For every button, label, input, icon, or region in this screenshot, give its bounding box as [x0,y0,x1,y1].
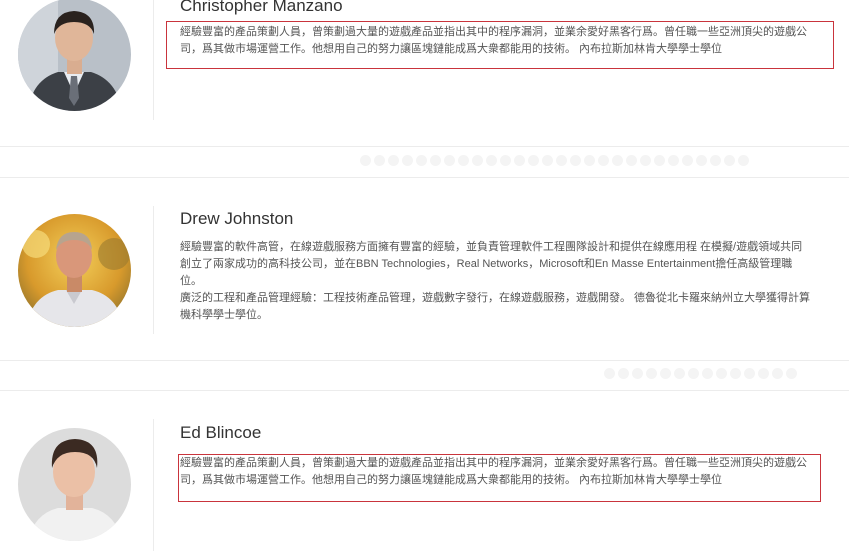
member-name: Ed Blincoe [180,423,262,442]
team-member-christopher-manzano: Christopher Manzano 經驗豐富的產品策劃人員，曾策劃過大量的遊… [0,0,849,146]
avatar-christopher-manzano [18,0,131,111]
decorative-dots [604,366,800,379]
bio-paragraph: 經驗豐富的軟件高管，在線遊戲服務方面擁有豐富的經驗，並負責管理軟件工程團隊設計和… [180,241,803,287]
team-member-drew-johnston: Drew Johnston 經驗豐富的軟件高管，在線遊戲服務方面擁有豐富的經驗，… [0,178,849,360]
row-divider [0,360,849,361]
avatar-drew-johnston [18,214,131,327]
portrait-photo [18,428,131,541]
portrait-photo [18,214,131,327]
member-bio: 經驗豐富的軟件高管，在線遊戲服務方面擁有豐富的經驗，並負責管理軟件工程團隊設計和… [180,239,812,324]
team-member-ed-blincoe: Ed Blincoe 經驗豐富的產品策劃人員，曾策劃過大量的遊戲產品並指出其中的… [0,391,849,551]
highlight-box [166,21,834,69]
highlight-box [178,454,821,502]
portrait-photo [18,0,131,111]
divider-vertical [153,419,154,551]
decorative-dots [360,153,752,166]
member-name: Christopher Manzano [180,0,343,15]
team-page: Christopher Manzano 經驗豐富的產品策劃人員，曾策劃過大量的遊… [0,0,849,551]
divider-vertical [153,206,154,334]
bio-paragraph: 廣泛的工程和產品管理經驗：工程技術產品管理，遊戲數字發行，在線遊戲服務，遊戲開發… [180,292,811,321]
member-name: Drew Johnston [180,209,294,228]
divider-vertical [153,0,154,120]
row-divider [0,146,849,147]
avatar-ed-blincoe [18,428,131,541]
